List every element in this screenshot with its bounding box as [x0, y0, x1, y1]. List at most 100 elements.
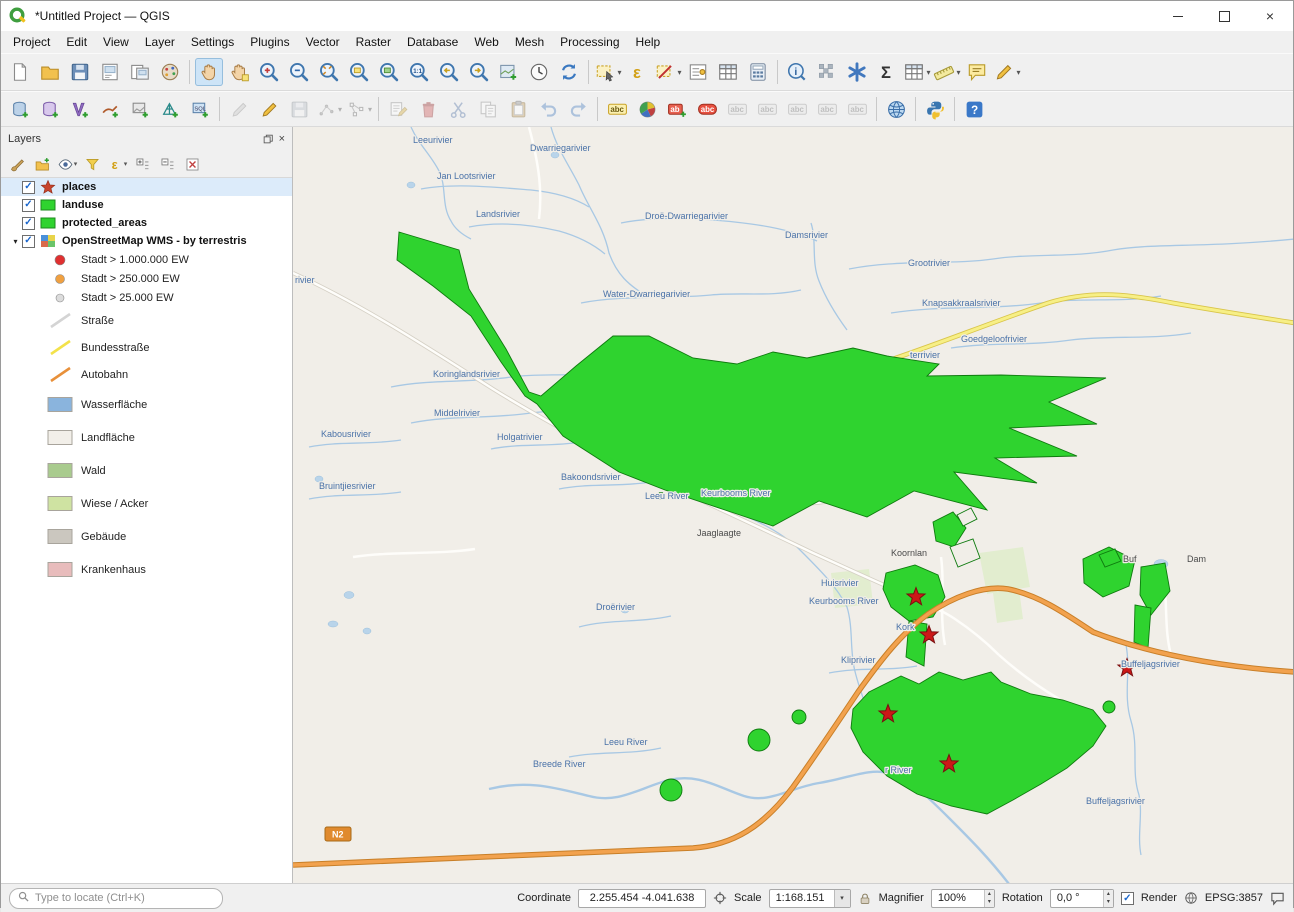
attribute-tables-button[interactable]: ▾: [903, 58, 931, 86]
coordinate-input[interactable]: 2.255.454 -4.041.638: [578, 889, 706, 908]
minimize-button[interactable]: [1155, 1, 1201, 31]
menu-vector[interactable]: Vector: [298, 33, 348, 51]
layer-expander-icon[interactable]: ▾: [9, 237, 22, 246]
zoom-to-selection-button[interactable]: [345, 58, 373, 86]
temporal-controller-button[interactable]: [525, 58, 553, 86]
annotations-button[interactable]: ▾: [993, 58, 1021, 86]
map-tips-button[interactable]: [963, 58, 991, 86]
layer-diagram-options-button[interactable]: [633, 95, 661, 123]
open-project-button[interactable]: [36, 58, 64, 86]
chevron-down-icon[interactable]: ▾: [338, 105, 342, 114]
mouse-extents-toggle-icon[interactable]: [713, 891, 727, 905]
menu-processing[interactable]: Processing: [552, 33, 627, 51]
layer-label[interactable]: OpenStreetMap WMS - by terrestris: [62, 235, 247, 247]
python-console-button[interactable]: [921, 95, 949, 123]
filter-legend-button[interactable]: [80, 153, 104, 175]
chevron-down-icon[interactable]: ▾: [677, 68, 681, 77]
lock-icon[interactable]: [858, 891, 872, 905]
expand-all-button[interactable]: [130, 153, 154, 175]
add-spatialite-layer-button[interactable]: [36, 95, 64, 123]
select-by-form-button[interactable]: [684, 58, 712, 86]
legend-item[interactable]: Stadt > 1.000.000 EW: [1, 250, 292, 269]
filter-by-expression-button[interactable]: ε▾: [105, 153, 129, 175]
spinner-arrows[interactable]: ▴▾: [1103, 890, 1113, 907]
actions-button[interactable]: [813, 58, 841, 86]
zoom-to-layer-button[interactable]: [375, 58, 403, 86]
chevron-down-icon[interactable]: ▾: [1016, 68, 1020, 77]
add-group-button[interactable]: [30, 153, 54, 175]
new-virtual-layer-button[interactable]: SQL: [186, 95, 214, 123]
statistics-summary-button[interactable]: Σ: [873, 58, 901, 86]
legend-item[interactable]: Stadt > 25.000 EW: [1, 288, 292, 307]
layer-label[interactable]: landuse: [62, 199, 104, 211]
menu-raster[interactable]: Raster: [348, 33, 399, 51]
osm-place-search-button[interactable]: [882, 95, 910, 123]
menu-plugins[interactable]: Plugins: [242, 33, 297, 51]
zoom-in-button[interactable]: [255, 58, 283, 86]
maximize-button[interactable]: [1201, 1, 1247, 31]
scale-combo[interactable]: 1:168.151 ▾: [769, 889, 851, 908]
legend-item[interactable]: Landfläche: [1, 421, 292, 454]
save-project-button[interactable]: [66, 58, 94, 86]
layer-label[interactable]: protected_areas: [62, 217, 147, 229]
highlight-labels-button[interactable]: abc: [693, 95, 721, 123]
legend-item[interactable]: Wald: [1, 454, 292, 487]
menu-settings[interactable]: Settings: [183, 33, 242, 51]
layer-visibility-checkbox[interactable]: ✓: [22, 181, 35, 194]
crs-globe-icon[interactable]: [1184, 891, 1198, 905]
collapse-all-button[interactable]: [155, 153, 179, 175]
new-shapefile-layer-button[interactable]: [66, 95, 94, 123]
legend-item[interactable]: Wiese / Acker: [1, 487, 292, 520]
chevron-down-icon[interactable]: ▾: [368, 105, 372, 114]
legend-item[interactable]: Bundesstraße: [1, 334, 292, 361]
locate-search-input[interactable]: Type to locate (Ctrl+K): [9, 888, 223, 909]
layer-labeling-options-button[interactable]: abc: [603, 95, 631, 123]
zoom-next-button[interactable]: [465, 58, 493, 86]
pan-map-button[interactable]: [195, 58, 223, 86]
legend-item[interactable]: Straße: [1, 307, 292, 334]
new-temporary-scratch-layer-button[interactable]: [126, 95, 154, 123]
close-button[interactable]: ×: [1247, 1, 1293, 31]
open-layer-styling-button[interactable]: [5, 153, 29, 175]
layer-item-places[interactable]: ✓places: [1, 178, 292, 196]
legend-item[interactable]: Wasserfläche: [1, 388, 292, 421]
render-checkbox[interactable]: ✓: [1121, 892, 1134, 905]
legend-item[interactable]: Gebäude: [1, 520, 292, 553]
chevron-down-icon[interactable]: ▾: [926, 68, 930, 77]
add-geopackage-layer-button[interactable]: [6, 95, 34, 123]
menu-mesh[interactable]: Mesh: [507, 33, 552, 51]
zoom-full-button[interactable]: [315, 58, 343, 86]
chevron-down-icon[interactable]: ▾: [74, 160, 78, 168]
processing-toolbox-button[interactable]: [843, 58, 871, 86]
chevron-down-icon[interactable]: ▾: [834, 890, 850, 907]
menu-edit[interactable]: Edit: [58, 33, 95, 51]
manage-map-themes-button[interactable]: ▾: [55, 153, 79, 175]
help-button[interactable]: ?: [960, 95, 988, 123]
zoom-out-button[interactable]: [285, 58, 313, 86]
open-attribute-table-button[interactable]: [714, 58, 742, 86]
epsg-label[interactable]: EPSG:3857: [1205, 892, 1263, 904]
identify-features-button[interactable]: i: [783, 58, 811, 86]
toggle-editing-button[interactable]: [255, 95, 283, 123]
new-map-view-button[interactable]: [495, 58, 523, 86]
new-project-button[interactable]: [6, 58, 34, 86]
pan-to-selection-button[interactable]: [225, 58, 253, 86]
layer-item-protected-areas[interactable]: ✓protected_areas: [1, 214, 292, 232]
legend-item[interactable]: Stadt > 250.000 EW: [1, 269, 292, 288]
menu-web[interactable]: Web: [466, 33, 506, 51]
layer-item-landuse[interactable]: ✓landuse: [1, 196, 292, 214]
field-calculator-button[interactable]: [744, 58, 772, 86]
map-canvas[interactable]: N2 LeeurivierDwarriegarivierJan Lootsriv…: [293, 127, 1293, 883]
chevron-down-icon[interactable]: ▾: [124, 160, 128, 168]
remove-layer-button[interactable]: [180, 153, 204, 175]
layout-manager-button[interactable]: [126, 58, 154, 86]
labeling-single-button[interactable]: ab: [663, 95, 691, 123]
magnifier-spinbox[interactable]: 100% ▴▾: [931, 889, 995, 908]
new-print-layout-button[interactable]: [96, 58, 124, 86]
select-features-button[interactable]: ▾: [594, 58, 622, 86]
layer-visibility-checkbox[interactable]: ✓: [22, 235, 35, 248]
chevron-down-icon[interactable]: ▾: [617, 68, 621, 77]
new-mesh-layer-button[interactable]: [156, 95, 184, 123]
style-manager-button[interactable]: [156, 58, 184, 86]
panel-float-icon[interactable]: [262, 133, 274, 145]
